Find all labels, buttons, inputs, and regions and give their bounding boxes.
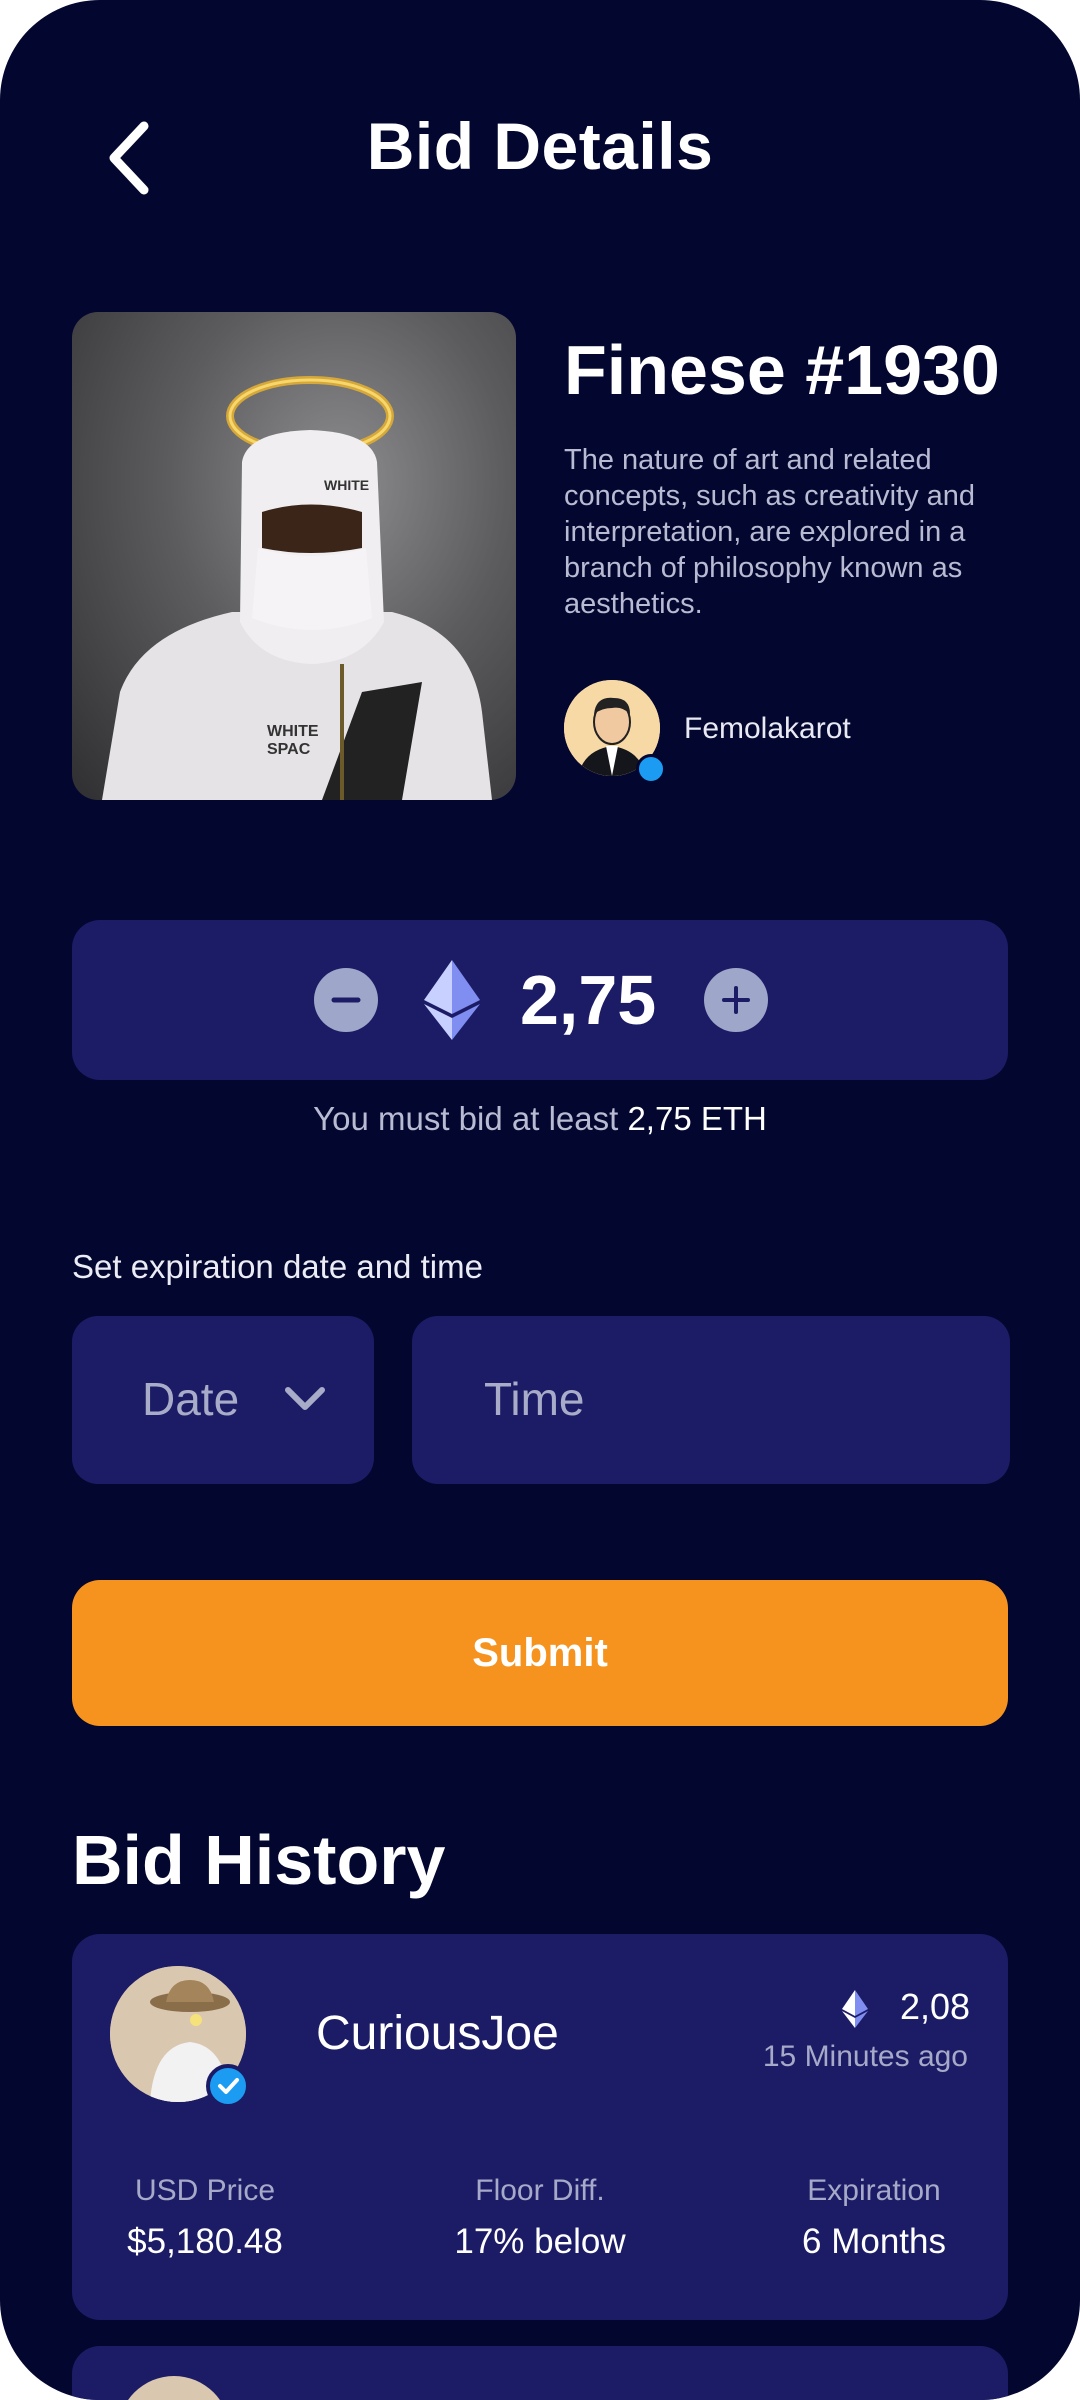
floor-diff-label: Floor Diff.	[475, 2174, 605, 2207]
svg-text:WHITE: WHITE	[324, 477, 369, 493]
expiration-label: Set expiration date and time	[72, 1248, 483, 1285]
bid-details-screen: Bid Details WHITE WHITE SPAC Finese #193…	[0, 0, 1080, 2400]
bid-amount-value: 2,75	[520, 961, 657, 1039]
submit-button[interactable]: Submit	[72, 1580, 1008, 1726]
svg-text:SPAC: SPAC	[267, 741, 311, 758]
bid-amount: 2,08	[900, 1986, 971, 2027]
nft-description: The nature of art and related concepts, …	[564, 444, 976, 620]
time-placeholder[interactable]: Time	[484, 1372, 585, 1426]
usd-price-stat: USD Price $5,180.48	[100, 2174, 310, 2262]
minimum-bid-prefix: You must bid at least	[313, 1100, 628, 1137]
nft-artwork-image: WHITE WHITE SPAC	[72, 312, 516, 800]
nft-name: Finese #1930	[564, 331, 1000, 409]
decrease-bid-button[interactable]	[314, 968, 378, 1032]
plus-icon	[722, 986, 750, 1014]
usd-price-label: USD Price	[134, 2174, 276, 2207]
expiration-stat-label: Expiration	[807, 2174, 941, 2207]
page-title: Bid Details	[366, 109, 714, 183]
verified-badge-icon	[206, 2064, 250, 2108]
minimum-bid-amount: 2,75 ETH	[627, 1100, 767, 1137]
svg-text:WHITE: WHITE	[267, 723, 319, 740]
usd-price-value: $5,180.48	[127, 2222, 283, 2261]
bid-time: 15 Minutes ago	[762, 2040, 968, 2073]
floor-diff-stat: Floor Diff. 17% below	[430, 2174, 650, 2262]
bid-history-title: Bid History	[72, 1821, 446, 1899]
ethereum-icon	[842, 1990, 868, 2028]
creator-name[interactable]: Femolakarot	[684, 712, 851, 746]
verified-badge-icon	[636, 754, 666, 784]
expiration-stat-value: 6 Months	[802, 2222, 946, 2261]
date-placeholder[interactable]: Date	[142, 1372, 239, 1426]
bidder-name[interactable]: CuriousJoe	[316, 2006, 559, 2061]
chevron-down-icon[interactable]	[282, 1384, 328, 1414]
minimum-bid-note: You must bid at least 2,75 ETH	[0, 1100, 1080, 1138]
expiration-stat: Expiration 6 Months	[766, 2174, 982, 2262]
floor-diff-value: 17% below	[454, 2222, 626, 2261]
ethereum-icon	[424, 960, 480, 1040]
minus-icon	[331, 997, 361, 1003]
increase-bid-button[interactable]	[704, 968, 768, 1032]
